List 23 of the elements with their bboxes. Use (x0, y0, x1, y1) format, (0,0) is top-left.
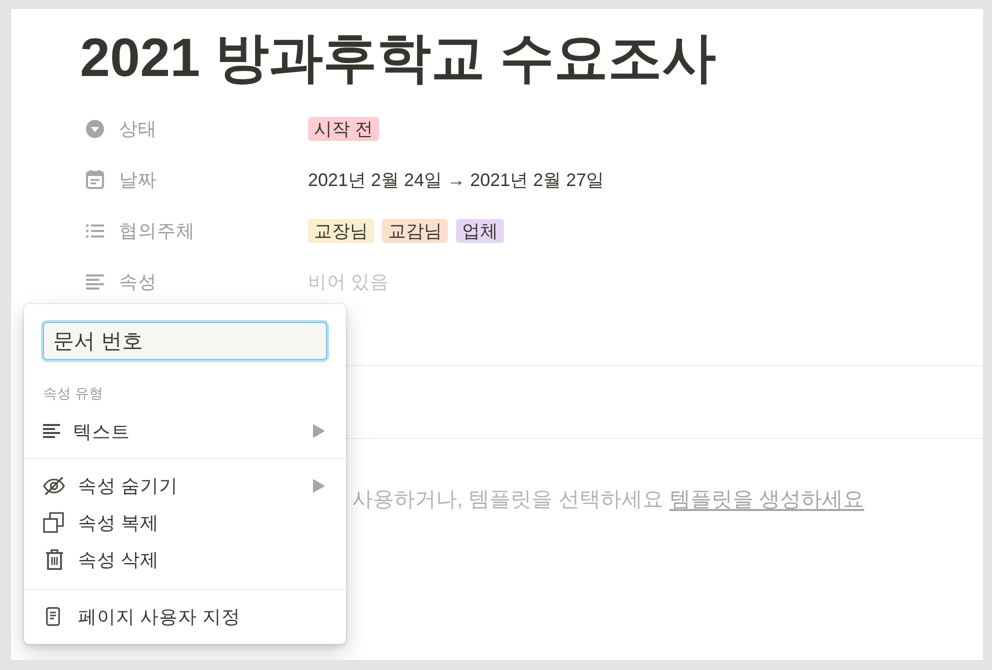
menu-item[interactable]: 텍스트 (24, 415, 346, 447)
tag: 교감님 (382, 218, 448, 242)
page-title[interactable]: 2021 방과후학교 수요조사 (80, 27, 716, 89)
tag: 교장님 (308, 218, 374, 242)
section-label: 속성 유형 (43, 384, 103, 402)
menu-item[interactable]: 속성 숨기기 (24, 467, 346, 504)
hidden-eye-icon (43, 476, 65, 494)
document-icon (46, 607, 60, 626)
menu-item[interactable]: 페이지 사용자 지정 (24, 598, 346, 635)
text-lines-icon (86, 274, 104, 290)
tag: 시작 전 (308, 116, 380, 140)
tag: 업체 (456, 218, 504, 242)
menu-item[interactable]: 속성 복제 (24, 504, 346, 541)
list-icon (86, 224, 104, 238)
date-value[interactable]: 2021년 2월 24일 → 2021년 2월 27일 (308, 168, 604, 192)
status-icon (86, 120, 104, 138)
calendar-icon (86, 170, 104, 189)
duplicate-icon (43, 512, 64, 533)
text-lines-icon (43, 424, 60, 438)
menu-item[interactable]: 속성 삭제 (24, 541, 346, 578)
empty-page-hint: 사용하거나, 템플릿을 선택하세요 템플릿을 생성하세요 (352, 487, 864, 513)
property-name-field[interactable]: 문서 번호 (43, 322, 327, 360)
trash-icon (45, 549, 64, 570)
